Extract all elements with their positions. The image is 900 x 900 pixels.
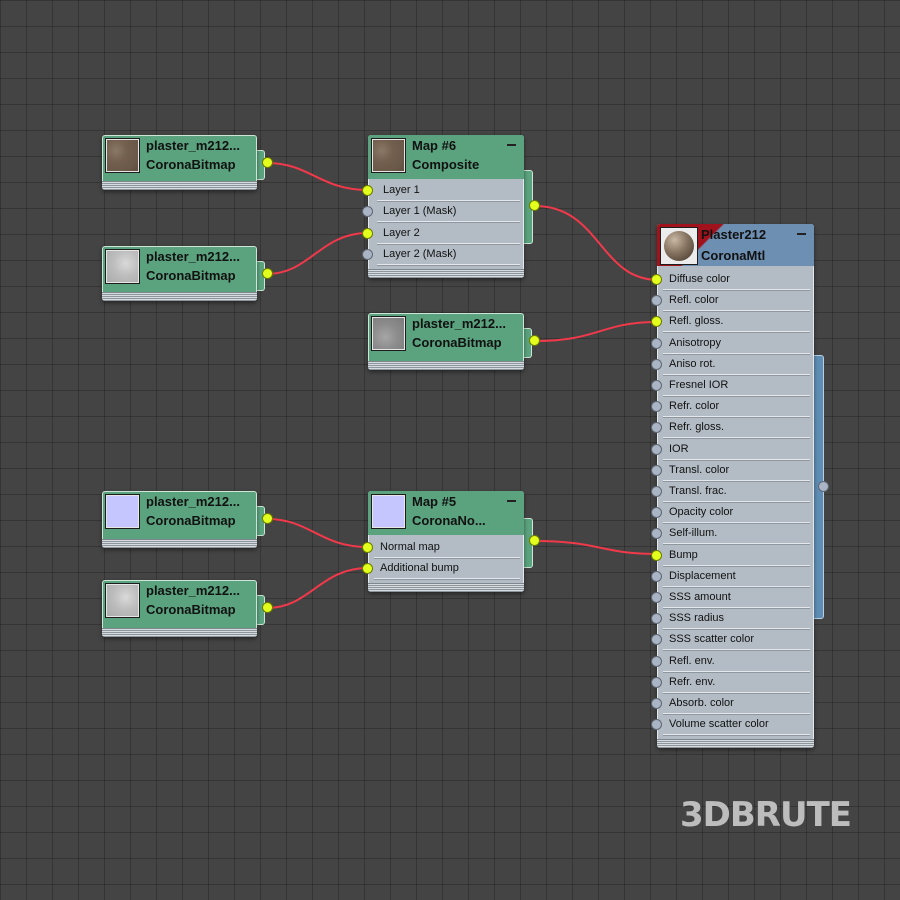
minimize-icon[interactable] bbox=[506, 496, 517, 506]
input-socket-refl-env[interactable] bbox=[651, 655, 662, 667]
node-title: plaster_m212... bbox=[146, 138, 240, 153]
material-output-socket[interactable] bbox=[818, 481, 829, 492]
input-socket-additional-bump[interactable] bbox=[362, 563, 373, 574]
input-socket-layer-2[interactable] bbox=[362, 228, 373, 239]
input-socket-displacement[interactable] bbox=[651, 570, 662, 582]
bitmap-node-3[interactable]: plaster_m212... CoronaBitmap bbox=[368, 313, 524, 370]
watermark-logo: 3DBRUTE bbox=[680, 795, 852, 835]
slot-volume-scatter-color[interactable]: Volume scatter color bbox=[663, 714, 810, 736]
node-type: CoronaBitmap bbox=[146, 268, 236, 283]
node-title: Map #5 bbox=[412, 494, 457, 509]
input-socket-anisotropy[interactable] bbox=[651, 337, 662, 349]
node-type: CoronaMtl bbox=[701, 248, 766, 263]
texture-thumbnail bbox=[371, 316, 406, 351]
node-title: Plaster212 bbox=[701, 227, 767, 242]
node-type: Composite bbox=[412, 157, 480, 172]
slot-diffuse-color[interactable]: Diffuse color bbox=[663, 269, 810, 290]
slot-additional-bump[interactable]: Additional bump bbox=[374, 558, 520, 579]
slot-layer-2[interactable]: Layer 2 bbox=[377, 223, 520, 244]
output-socket[interactable] bbox=[262, 602, 273, 613]
node-type: CoronaBitmap bbox=[146, 157, 236, 172]
slot-opacity-color[interactable]: Opacity color bbox=[663, 502, 810, 524]
slot-displacement[interactable]: Displacement bbox=[663, 566, 810, 587]
slot-normal-map[interactable]: Normal map bbox=[374, 537, 520, 558]
output-socket[interactable] bbox=[262, 268, 273, 279]
bitmap-node-1[interactable]: plaster_m212... CoronaBitmap bbox=[102, 135, 257, 190]
node-title: plaster_m212... bbox=[146, 583, 240, 598]
slot-sss-amount[interactable]: SSS amount bbox=[663, 587, 810, 608]
node-title: plaster_m212... bbox=[146, 494, 240, 509]
slot-bump[interactable]: Bump bbox=[663, 545, 810, 566]
slot-layer-1[interactable]: Layer 1 bbox=[377, 180, 520, 201]
output-socket[interactable] bbox=[529, 200, 540, 211]
input-socket-aniso-rot[interactable] bbox=[651, 358, 662, 370]
wire-bitmap3-to-refl-gloss bbox=[534, 321, 659, 342]
input-socket-sss-amount[interactable] bbox=[651, 592, 662, 603]
texture-thumbnail bbox=[105, 494, 140, 529]
input-socket-fresnel-ior[interactable] bbox=[651, 380, 662, 391]
bitmap-node-2[interactable]: plaster_m212... CoronaBitmap bbox=[102, 246, 257, 301]
wire-bitmap2-to-layer2 bbox=[266, 232, 369, 275]
minimize-icon[interactable] bbox=[506, 140, 517, 150]
input-socket-ior[interactable] bbox=[651, 443, 662, 455]
normal-map-node[interactable]: Map #5 CoronaNo... Normal map Additional… bbox=[368, 491, 524, 592]
slot-refr-gloss[interactable]: Refr. gloss. bbox=[663, 417, 810, 439]
composite-map-node[interactable]: Map #6 Composite Layer 1 Layer 1 (Mask) … bbox=[368, 135, 524, 278]
input-socket-layer-1[interactable] bbox=[362, 185, 373, 196]
texture-thumbnail bbox=[105, 249, 140, 284]
bitmap-node-5[interactable]: plaster_m212... CoronaBitmap bbox=[102, 580, 257, 637]
input-socket-refr-env[interactable] bbox=[651, 676, 662, 688]
slot-anisotropy[interactable]: Anisotropy bbox=[663, 333, 810, 354]
slot-refl-color[interactable]: Refl. color bbox=[663, 290, 810, 312]
node-title: plaster_m212... bbox=[412, 316, 506, 331]
input-socket-bump[interactable] bbox=[651, 549, 662, 561]
corona-material-node[interactable]: Plaster212 CoronaMtl Diffuse color Refl. … bbox=[657, 224, 814, 748]
node-type: CoronaBitmap bbox=[146, 513, 236, 528]
input-socket-layer-1-mask[interactable] bbox=[362, 206, 373, 217]
slot-refr-env[interactable]: Refr. env. bbox=[663, 672, 810, 693]
slot-transl-frac[interactable]: Transl. frac. bbox=[663, 481, 810, 502]
node-type: CoronaBitmap bbox=[146, 602, 236, 617]
node-type: CoronaNo... bbox=[412, 513, 486, 528]
wire-bitmap1-to-layer1 bbox=[266, 162, 369, 191]
slot-ior[interactable]: IOR bbox=[663, 439, 810, 460]
bitmap-node-4[interactable]: plaster_m212... CoronaBitmap bbox=[102, 491, 257, 548]
slot-self-illum[interactable]: Self-illum. bbox=[663, 523, 810, 545]
input-socket-transl-frac[interactable] bbox=[651, 486, 662, 497]
slot-absorb-color[interactable]: Absorb. color bbox=[663, 693, 810, 714]
texture-thumbnail bbox=[105, 138, 140, 173]
wire-composite-to-diffuse bbox=[534, 205, 659, 281]
wire-bitmap5-to-additional-bump bbox=[266, 567, 369, 609]
slot-fresnel-ior[interactable]: Fresnel IOR bbox=[663, 375, 810, 396]
slot-refl-env[interactable]: Refl. env. bbox=[663, 651, 810, 672]
output-socket[interactable] bbox=[529, 535, 540, 546]
output-socket[interactable] bbox=[529, 335, 540, 346]
slot-aniso-rot[interactable]: Aniso rot. bbox=[663, 354, 810, 375]
material-preview-sphere bbox=[660, 227, 698, 265]
wire-normal-to-bump bbox=[534, 540, 659, 555]
texture-thumbnail bbox=[371, 138, 406, 173]
input-socket-diffuse-color[interactable] bbox=[651, 274, 662, 285]
node-title: plaster_m212... bbox=[146, 249, 240, 264]
slot-refl-gloss[interactable]: Refl. gloss. bbox=[663, 311, 810, 333]
output-socket[interactable] bbox=[262, 513, 273, 524]
slot-layer-2-mask[interactable]: Layer 2 (Mask) bbox=[377, 244, 520, 265]
slot-layer-1-mask[interactable]: Layer 1 (Mask) bbox=[377, 201, 520, 222]
input-socket-layer-2-mask[interactable] bbox=[362, 249, 373, 260]
node-title: Map #6 bbox=[412, 138, 457, 153]
slot-sss-radius[interactable]: SSS radius bbox=[663, 608, 810, 630]
slot-sss-scatter-color[interactable]: SSS scatter color bbox=[663, 629, 810, 651]
node-type: CoronaBitmap bbox=[412, 335, 502, 350]
texture-thumbnail bbox=[105, 583, 140, 618]
input-socket-absorb-color[interactable] bbox=[651, 698, 662, 709]
slot-transl-color[interactable]: Transl. color bbox=[663, 460, 810, 481]
wire-bitmap4-to-normal-map bbox=[266, 518, 369, 548]
slot-refr-color[interactable]: Refr. color bbox=[663, 396, 810, 418]
input-socket-transl-color[interactable] bbox=[651, 464, 662, 476]
input-socket-normal-map[interactable] bbox=[362, 542, 373, 553]
texture-thumbnail bbox=[371, 494, 406, 529]
minimize-icon[interactable] bbox=[796, 229, 807, 239]
output-socket[interactable] bbox=[262, 157, 273, 168]
